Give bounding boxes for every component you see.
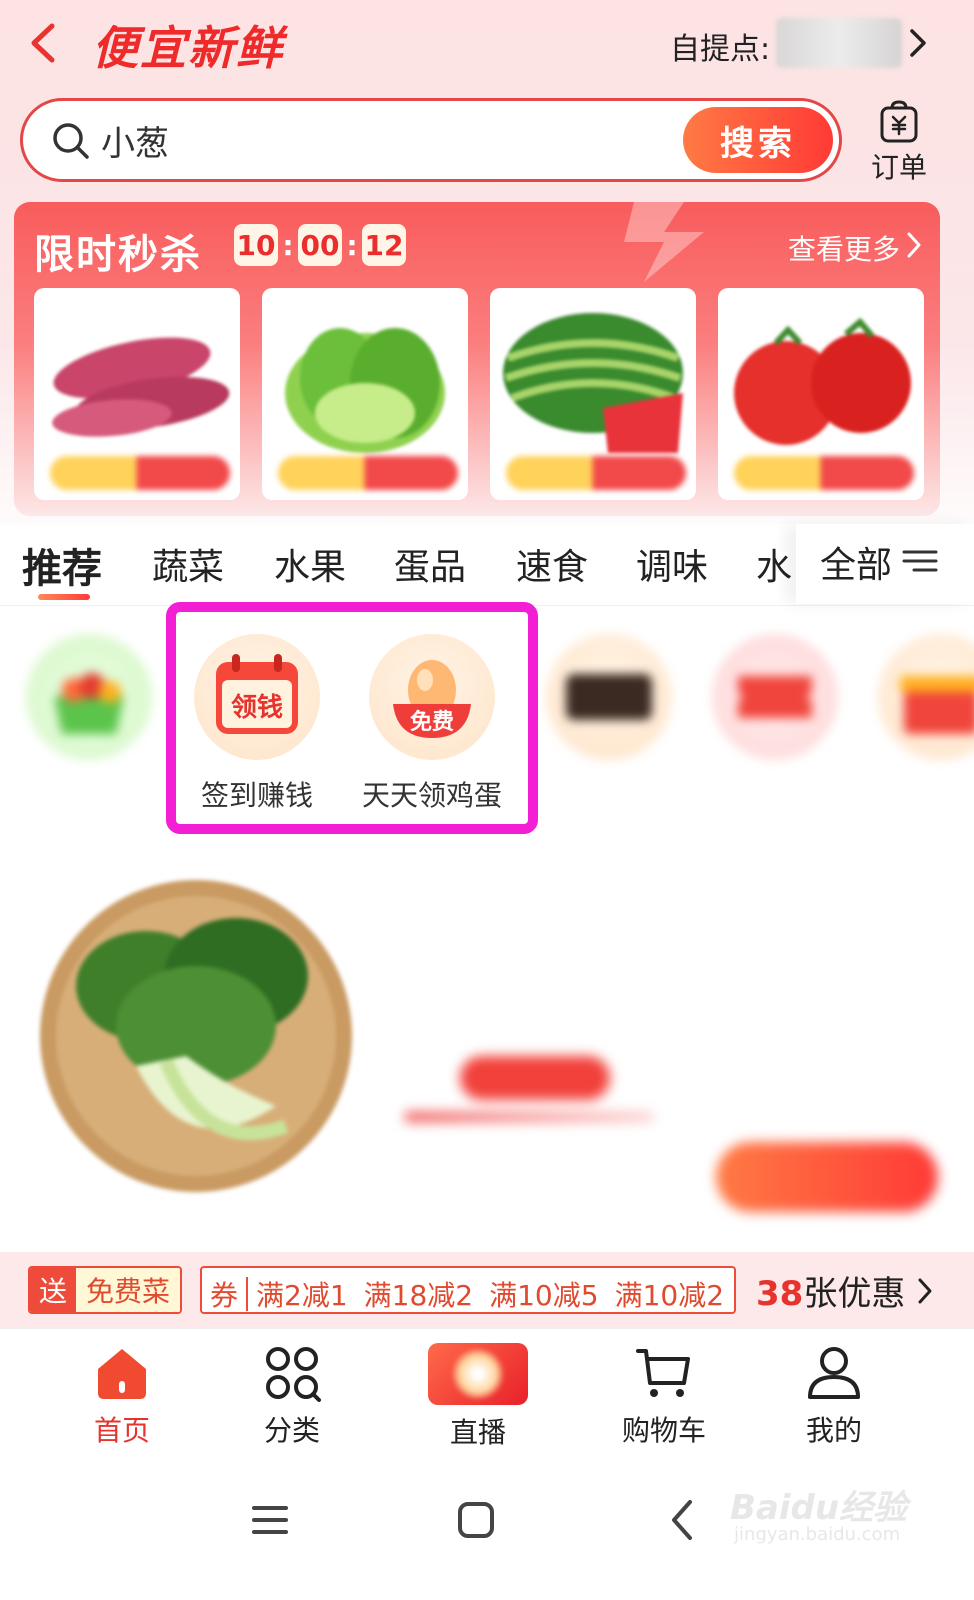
menu-icon[interactable] xyxy=(240,1490,300,1550)
search-icon xyxy=(53,123,89,159)
category-icon xyxy=(266,1347,321,1402)
flash-sale-items xyxy=(34,288,924,500)
quick-entry-blurred[interactable] xyxy=(866,634,974,774)
order-label: 订单 xyxy=(870,151,927,184)
card-icon xyxy=(546,634,672,760)
coupon-item: 满10减2 xyxy=(614,1279,725,1312)
nav-live-label: 直播 xyxy=(449,1416,506,1449)
nav-profile[interactable]: 我的 xyxy=(764,1343,904,1449)
nav-home[interactable]: 首页 xyxy=(52,1343,192,1449)
timer-separator: : xyxy=(282,228,294,262)
fruit-basket-icon xyxy=(26,634,152,760)
all-categories-button[interactable]: 全部 xyxy=(820,536,892,588)
free-vegetable-tag[interactable]: 送 免费菜 xyxy=(28,1266,183,1314)
tab-vegetables[interactable]: 蔬菜 xyxy=(152,538,224,590)
flash-sale-panel[interactable]: 限时秒杀 10 : 00 : 12 查看更多 xyxy=(14,202,940,516)
coupon-head-label: 券 xyxy=(210,1279,239,1312)
flash-item-lettuce[interactable] xyxy=(262,288,468,500)
nav-home-label: 首页 xyxy=(93,1414,150,1447)
order-bag-icon xyxy=(880,100,918,143)
cart-icon xyxy=(636,1349,690,1397)
watermark-sub: jingyan.baidu.com xyxy=(734,1524,901,1545)
tab-recommend[interactable]: 推荐 xyxy=(22,536,102,594)
coupon-count-number: 38 xyxy=(756,1274,804,1314)
profile-icon xyxy=(808,1347,860,1399)
add-to-cart-button[interactable] xyxy=(716,1142,938,1212)
timer-minutes: 00 xyxy=(298,224,342,266)
coupon-item: 满10减5 xyxy=(489,1279,599,1312)
order-button[interactable]: 订单 xyxy=(862,100,936,184)
highlight-annotation-box xyxy=(166,602,538,834)
quick-entry-blurred[interactable] xyxy=(534,634,684,774)
menu-lines-icon[interactable] xyxy=(902,546,938,576)
nav-profile-label: 我的 xyxy=(805,1414,862,1447)
coupon-count-text: 张优惠 xyxy=(803,1274,906,1314)
chevron-right-icon[interactable] xyxy=(916,1276,934,1306)
timer-separator: : xyxy=(346,228,358,262)
search-bar: 搜索 xyxy=(20,98,842,182)
nav-cart[interactable]: 购物车 xyxy=(594,1343,734,1449)
bok-choy-image xyxy=(40,880,352,1192)
chevron-left-icon xyxy=(31,23,55,63)
timer-seconds: 12 xyxy=(362,224,406,266)
lightning-decoration-icon xyxy=(624,202,704,282)
ticket-icon xyxy=(712,634,838,760)
flash-item-watermelon[interactable] xyxy=(490,288,696,500)
header: 便宜新鲜 自提点: xyxy=(0,0,974,92)
flash-item-tomato[interactable] xyxy=(718,288,924,500)
bottom-navigation: 首页 分类 直播 购物车 我的 xyxy=(0,1328,974,1452)
price-tag xyxy=(50,456,230,490)
back-button[interactable] xyxy=(22,18,66,68)
product-card[interactable] xyxy=(0,850,974,1240)
category-tabs: 推荐 蔬菜 水果 蛋品 速食 调味 水 全部 xyxy=(0,524,974,606)
coupon-item: 满2减1 xyxy=(256,1279,348,1312)
tab-eggs[interactable]: 蛋品 xyxy=(394,538,466,590)
flash-sale-title: 限时秒杀 xyxy=(34,232,202,278)
back-icon[interactable] xyxy=(654,1490,714,1550)
tab-instant-food[interactable]: 速食 xyxy=(516,538,588,590)
nav-category[interactable]: 分类 xyxy=(222,1343,362,1449)
send-label: 送 xyxy=(30,1268,76,1312)
active-tab-indicator xyxy=(38,594,90,600)
price-tag xyxy=(506,456,686,490)
nav-live[interactable]: 直播 xyxy=(408,1343,548,1451)
lettuce-icon xyxy=(285,328,445,453)
free-vegetable-label: 免费菜 xyxy=(76,1268,181,1312)
gift-icon xyxy=(878,634,974,760)
countdown-timer: 10 : 00 : 12 xyxy=(234,224,406,266)
price-tag xyxy=(278,456,458,490)
home-square-icon[interactable] xyxy=(446,1490,506,1550)
app-title: 便宜新鲜 xyxy=(92,21,284,75)
pickup-value[interactable] xyxy=(776,18,902,68)
live-icon xyxy=(428,1343,528,1405)
watermark: Baidu经验 jingyan.baidu.com xyxy=(730,1466,910,1556)
nav-cart-label: 购物车 xyxy=(621,1414,706,1447)
search-button[interactable]: 搜索 xyxy=(683,107,833,173)
pickup-label[interactable]: 自提点: xyxy=(670,24,770,68)
coupon-strip[interactable]: 送 免费菜 券满2减1 满18减2 满10减5 满10减2 38张优惠 xyxy=(0,1252,974,1328)
tab-fruits[interactable]: 水果 xyxy=(274,538,346,590)
quick-entry-blurred[interactable] xyxy=(700,634,850,774)
search-input[interactable] xyxy=(101,117,661,163)
tab-water[interactable]: 水 xyxy=(756,538,792,590)
quick-entry-blurred[interactable] xyxy=(14,634,164,774)
watermark-main: Baidu经验 xyxy=(730,1488,908,1528)
tab-seasoning[interactable]: 调味 xyxy=(636,538,708,590)
home-icon xyxy=(98,1349,146,1399)
coupon-list[interactable]: 券满2减1 满18减2 满10减5 满10减2 xyxy=(200,1266,736,1314)
chevron-right-icon[interactable] xyxy=(906,26,930,60)
product-progress-bar xyxy=(404,1112,654,1122)
flash-item-sweet-potato[interactable] xyxy=(34,288,240,500)
watermelon-icon xyxy=(503,313,683,453)
timer-hours: 10 xyxy=(234,224,278,266)
view-more-link[interactable]: 查看更多 xyxy=(788,228,900,268)
coupon-count[interactable]: 38张优惠 xyxy=(756,1266,905,1315)
sweet-potato-icon xyxy=(52,337,230,437)
coupon-item: 满18减2 xyxy=(363,1279,474,1312)
tomato-icon xyxy=(734,317,911,445)
product-badge xyxy=(460,1056,610,1100)
chevron-right-icon[interactable] xyxy=(904,230,924,260)
price-tag xyxy=(734,456,914,490)
nav-category-label: 分类 xyxy=(263,1414,320,1447)
